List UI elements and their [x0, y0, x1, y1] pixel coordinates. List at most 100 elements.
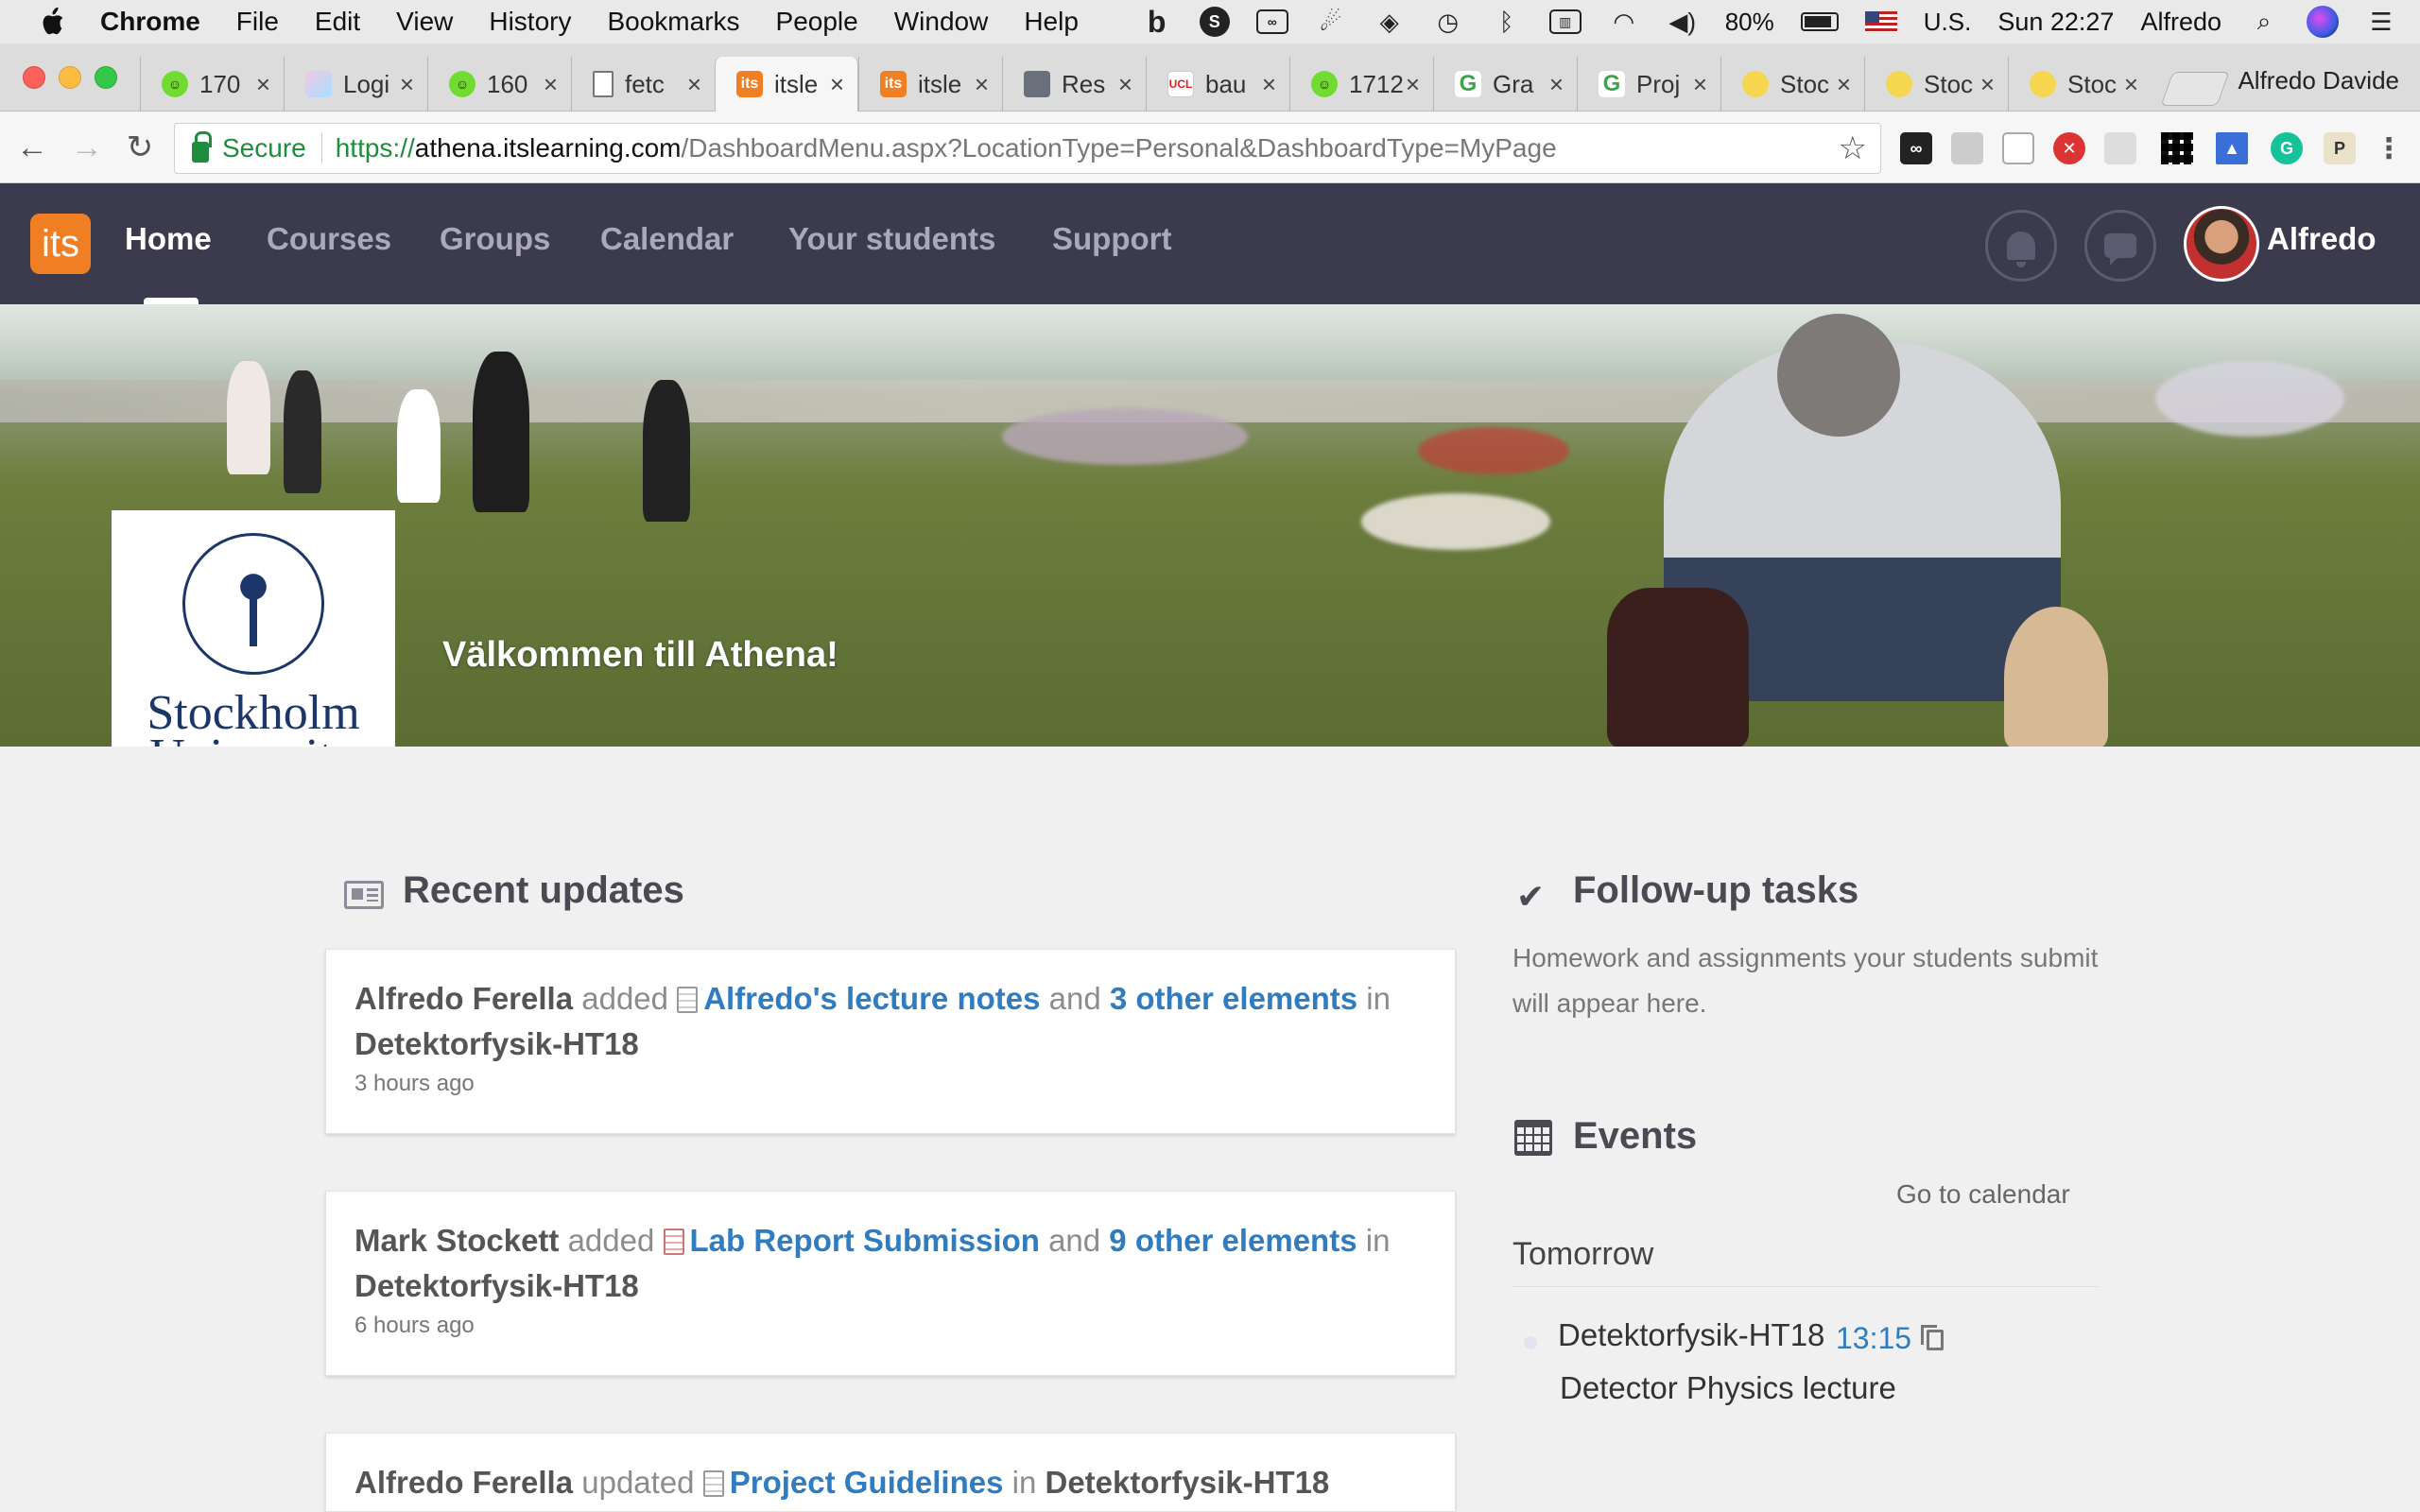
- event-time[interactable]: 13:15: [1836, 1321, 1911, 1356]
- battery-icon[interactable]: [1800, 12, 1839, 31]
- nav-calendar[interactable]: Calendar: [600, 221, 734, 257]
- forward-button[interactable]: →: [68, 129, 106, 166]
- close-tab-icon[interactable]: ×: [975, 70, 989, 99]
- address-bar[interactable]: Secure https:// athena.itslearning.com /…: [174, 123, 1881, 174]
- notifications-button[interactable]: [1985, 210, 2057, 282]
- update-course[interactable]: Detektorfysik-HT18: [354, 1268, 639, 1303]
- page-extension-icon[interactable]: [2002, 132, 2034, 164]
- menu-edit[interactable]: Edit: [315, 7, 360, 37]
- other-elements-link[interactable]: 3 other elements: [1110, 981, 1357, 1016]
- layers-icon[interactable]: ◈: [1374, 8, 1406, 36]
- infinity-icon[interactable]: ∞: [1255, 9, 1288, 34]
- menu-history[interactable]: History: [489, 7, 571, 37]
- chrome-profile-name[interactable]: Alfredo Davide: [2238, 66, 2399, 95]
- close-tab-icon[interactable]: ×: [1262, 70, 1276, 99]
- itslearning-logo[interactable]: its: [30, 214, 91, 274]
- event-title[interactable]: Detector Physics lecture: [1560, 1370, 1896, 1406]
- update-author[interactable]: Alfredo Ferella: [354, 1465, 573, 1500]
- b-app-icon[interactable]: b: [1141, 5, 1173, 39]
- close-tab-icon[interactable]: ×: [1549, 70, 1564, 99]
- close-tab-icon[interactable]: ×: [1406, 70, 1420, 99]
- siri-icon[interactable]: [2307, 6, 2339, 38]
- browser-tab[interactable]: UCL bau ×: [1146, 57, 1289, 112]
- close-tab-icon[interactable]: ×: [1118, 70, 1132, 99]
- close-tab-icon[interactable]: ×: [830, 70, 844, 99]
- browser-tab[interactable]: ☺ 160 ×: [427, 57, 571, 112]
- other-elements-link[interactable]: 9 other elements: [1109, 1223, 1357, 1258]
- menu-people[interactable]: People: [776, 7, 858, 37]
- close-tab-icon[interactable]: ×: [2124, 70, 2138, 99]
- event-course[interactable]: Detektorfysik-HT18: [1558, 1317, 1824, 1353]
- browser-tab[interactable]: ☺ 170 ×: [140, 57, 284, 112]
- minimize-window-button[interactable]: [59, 66, 81, 89]
- new-tab-button[interactable]: [2160, 72, 2230, 106]
- zoom-window-button[interactable]: [95, 66, 117, 89]
- close-tab-icon[interactable]: ×: [1980, 70, 1995, 99]
- skype-icon[interactable]: S: [1199, 7, 1230, 37]
- nav-groups[interactable]: Groups: [440, 221, 550, 257]
- browser-tab[interactable]: fetc ×: [571, 57, 715, 112]
- update-card[interactable]: Mark Stockett added Lab Report Submissio…: [325, 1191, 1456, 1376]
- copy-icon[interactable]: [1921, 1325, 1944, 1350]
- update-card[interactable]: Alfredo Ferella updated Project Guidelin…: [325, 1433, 1456, 1512]
- menubar-user[interactable]: Alfredo: [2140, 8, 2221, 37]
- browser-tab[interactable]: Res ×: [1002, 57, 1146, 112]
- menu-bookmarks[interactable]: Bookmarks: [607, 7, 739, 37]
- nav-courses[interactable]: Courses: [267, 221, 391, 257]
- menu-window[interactable]: Window: [894, 7, 989, 37]
- back-button[interactable]: ←: [13, 129, 51, 166]
- close-tab-icon[interactable]: ×: [400, 70, 414, 99]
- chrome-menu-icon[interactable]: ⋮: [2373, 132, 2405, 164]
- browser-tab[interactable]: its itsle ×: [858, 57, 1002, 112]
- nav-home[interactable]: Home: [125, 221, 212, 257]
- clock[interactable]: Sun 22:27: [1997, 8, 2114, 37]
- menu-view[interactable]: View: [396, 7, 453, 37]
- browser-tab[interactable]: G Proj ×: [1577, 57, 1720, 112]
- close-tab-icon[interactable]: ×: [544, 70, 558, 99]
- nav-your-students[interactable]: Your students: [788, 221, 995, 257]
- go-to-calendar-link[interactable]: Go to calendar: [1896, 1179, 2070, 1210]
- reload-button[interactable]: ↻: [121, 129, 159, 166]
- messages-button[interactable]: [2084, 210, 2156, 282]
- drive-extension-icon[interactable]: [1951, 132, 1983, 164]
- update-author[interactable]: Mark Stockett: [354, 1223, 559, 1258]
- user-menu-name[interactable]: Alfredo: [2267, 221, 2377, 257]
- apps-grid-icon[interactable]: [2161, 132, 2193, 164]
- nav-support[interactable]: Support: [1052, 221, 1171, 257]
- close-tab-icon[interactable]: ×: [256, 70, 270, 99]
- graduation-cap-extension-icon[interactable]: ▲: [2216, 132, 2248, 164]
- close-tab-icon[interactable]: ×: [1693, 70, 1707, 99]
- time-machine-icon[interactable]: ◷: [1432, 8, 1464, 36]
- update-course[interactable]: Detektorfysik-HT18: [1046, 1465, 1330, 1500]
- update-author[interactable]: Alfredo Ferella: [354, 981, 573, 1016]
- browser-tab[interactable]: ☺ 1712 ×: [1289, 57, 1433, 112]
- update-link[interactable]: Alfredo's lecture notes: [703, 981, 1040, 1016]
- browser-tab[interactable]: Stoc ×: [2008, 57, 2152, 112]
- bookmark-star-icon[interactable]: ☆: [1839, 129, 1867, 167]
- browser-tab[interactable]: G Gra ×: [1433, 57, 1577, 112]
- memory-icon[interactable]: ▥: [1548, 9, 1582, 34]
- update-course[interactable]: Detektorfysik-HT18: [354, 1026, 639, 1061]
- browser-tab[interactable]: Logi ×: [284, 57, 427, 112]
- cast-extension-icon[interactable]: [2104, 132, 2136, 164]
- update-link[interactable]: Lab Report Submission: [690, 1223, 1040, 1258]
- browser-tab[interactable]: Stoc ×: [1864, 57, 2008, 112]
- menu-app-name[interactable]: Chrome: [100, 7, 200, 37]
- grammarly-extension-icon[interactable]: G: [2271, 132, 2303, 164]
- input-source[interactable]: U.S.: [1924, 8, 1972, 37]
- menu-file[interactable]: File: [236, 7, 279, 37]
- infinity-extension-icon[interactable]: ∞: [1900, 132, 1932, 164]
- browser-tab[interactable]: Stoc ×: [1720, 57, 1864, 112]
- notification-center-icon[interactable]: ☰: [2365, 8, 2397, 36]
- p-extension-icon[interactable]: P: [2324, 132, 2356, 164]
- update-card[interactable]: Alfredo Ferella added Alfredo's lecture …: [325, 949, 1456, 1134]
- browser-tab[interactable]: its itsle ×: [715, 57, 858, 112]
- adblock-extension-icon[interactable]: ✕: [2053, 132, 2085, 164]
- update-link[interactable]: Project Guidelines: [730, 1465, 1004, 1500]
- user-avatar[interactable]: [2184, 206, 2259, 282]
- volume-icon[interactable]: ◀): [1667, 8, 1699, 36]
- bluetooth-icon[interactable]: ᛒ: [1491, 8, 1523, 36]
- close-window-button[interactable]: [23, 66, 45, 89]
- antenna-icon[interactable]: ☄: [1315, 8, 1347, 36]
- apple-icon[interactable]: [38, 6, 66, 38]
